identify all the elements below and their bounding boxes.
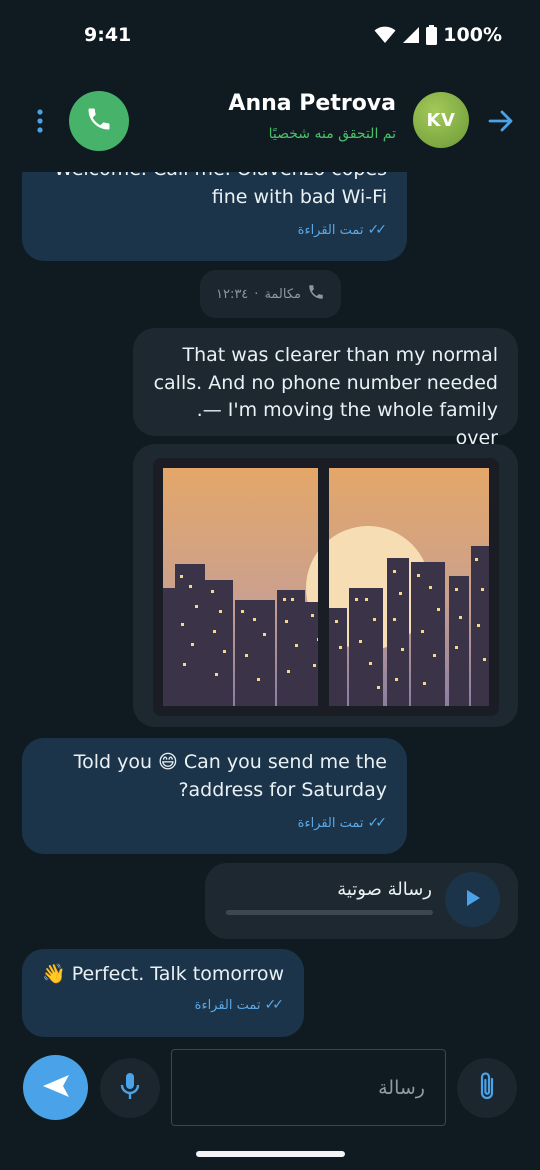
message-input[interactable] [171,1049,446,1126]
double-check-icon: ✓✓ [264,996,285,1013]
message-text: That was clearer than my normal calls. A… [153,344,498,449]
chat-header: Anna Petrova تم التحقق منه شخصيًا KV [0,80,540,160]
voice-progress-track[interactable] [226,910,433,915]
status-icons: 100% [374,24,502,46]
message-bubble-incoming[interactable]: Told you 😄 Can you send me the ?address … [22,738,407,854]
message-text: Told you 😄 Can you send me the ?address … [73,751,387,801]
image-message-bubble[interactable] [133,444,518,727]
call-button[interactable] [69,91,129,151]
home-indicator[interactable] [196,1151,345,1157]
more-vertical-icon[interactable] [30,108,50,134]
message-text: 👋 Perfect. Talk tomorrow [42,963,284,985]
contact-name[interactable]: Anna Petrova [228,91,396,116]
read-receipt-label: تمت القراءة [194,997,261,1013]
status-time: 9:41 [84,24,132,46]
voice-message-label: رسالة صوتية [337,879,432,900]
call-event-pill[interactable]: ١٢:٣٤ · مكالمة [200,270,341,318]
message-bubble-incoming[interactable]: Welcome. Call me. Olavenzo copes fine wi… [22,172,407,261]
contact-verified-status: تم التحقق منه شخصيًا [268,126,396,142]
send-icon [41,1073,71,1103]
battery-icon [426,25,438,45]
signal-icon [402,26,420,44]
message-text: fine with bad Wi-Fi [211,185,387,208]
read-receipt-label: تمت القراءة [297,223,364,238]
read-receipt: تمت القراءة ✓✓ [42,810,387,838]
voice-message-bubble[interactable]: رسالة صوتية [205,863,518,939]
double-check-icon: ✓✓ [367,222,388,238]
message-composer [0,1044,540,1134]
message-list[interactable]: Welcome. Call me. Olavenzo copes fine wi… [0,172,540,1044]
read-receipt-label: تمت القراءة [297,816,364,831]
wifi-icon [374,26,396,44]
microphone-icon [119,1071,141,1105]
read-receipt: تمت القراءة ✓✓ [42,992,284,1020]
phone-icon [85,105,113,137]
microphone-button[interactable] [100,1058,160,1118]
message-bubble-incoming[interactable]: 👋 Perfect. Talk tomorrow تمت القراءة ✓✓ [22,949,304,1037]
status-bar: 9:41 100% [0,0,540,70]
call-time: ١٢:٣٤ [215,286,249,302]
send-button[interactable] [23,1055,88,1120]
battery-percent: 100% [443,24,502,46]
phone-icon [307,283,325,305]
avatar[interactable]: KV [413,92,469,148]
message-bubble-outgoing[interactable]: That was clearer than my normal calls. A… [133,328,518,449]
attach-button[interactable] [457,1058,517,1118]
read-receipt: تمت القراءة ✓✓ [42,217,387,245]
arrow-right-icon[interactable] [486,106,516,136]
play-icon [464,888,482,912]
message-text-clipped: Welcome. Call me. Olavenzo copes [42,172,387,184]
paperclip-icon [476,1070,498,1106]
call-label: مكالمة [264,286,301,302]
play-button[interactable] [445,872,500,927]
city-sunset-image[interactable] [153,458,499,716]
double-check-icon: ✓✓ [367,815,388,831]
separator-dot: · [254,286,259,302]
skyline-illustration [163,458,489,716]
